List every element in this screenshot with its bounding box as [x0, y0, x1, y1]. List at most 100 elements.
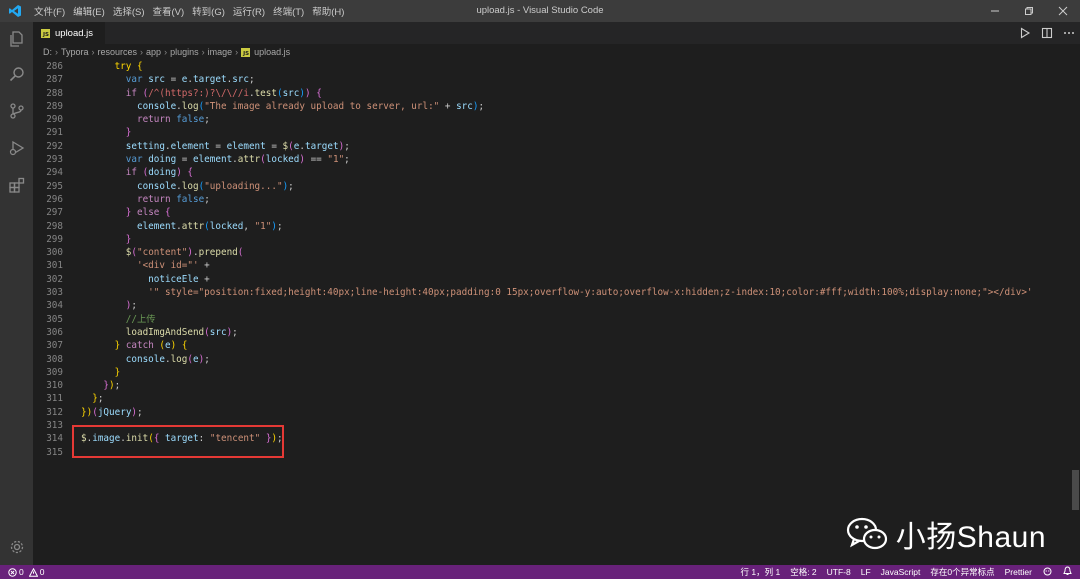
- file-encoding[interactable]: UTF-8: [822, 567, 856, 577]
- menu-item[interactable]: 运行(R): [229, 4, 269, 18]
- javascript-file-icon: JS: [241, 47, 251, 57]
- extensions-button[interactable]: [0, 166, 33, 203]
- code-line[interactable]: 291 }: [33, 126, 1070, 139]
- code-text: '<div id="' +: [136, 260, 210, 272]
- code-line[interactable]: 299 }: [33, 233, 1070, 246]
- tab-upload-js[interactable]: JS upload.js: [33, 22, 105, 44]
- code-line[interactable]: 309 }: [33, 366, 1070, 379]
- breadcrumb-item[interactable]: image: [208, 47, 233, 57]
- restore-icon: [1025, 7, 1033, 15]
- code-line[interactable]: 304 );: [33, 299, 1070, 312]
- code-line[interactable]: 305 //上传: [33, 313, 1070, 326]
- menu-item[interactable]: 帮助(H): [308, 4, 348, 18]
- code-line[interactable]: 288 if (/^(https?:)?\/\//i.test(src)) {: [33, 87, 1070, 100]
- line-number: 298: [46, 220, 63, 232]
- code-line[interactable]: 310 });: [33, 379, 1070, 392]
- formatter-status[interactable]: Prettier: [1000, 567, 1037, 577]
- menu-item[interactable]: 选择(S): [109, 4, 149, 18]
- tab-label: upload.js: [55, 27, 94, 39]
- punctuation-check[interactable]: 存在0个异常标点: [925, 566, 999, 578]
- line-number: 300: [46, 247, 63, 259]
- chevron-right-icon: ›: [201, 47, 205, 57]
- code-line[interactable]: 308 console.log(e);: [33, 353, 1070, 366]
- minimize-icon: [991, 10, 999, 12]
- close-window-button[interactable]: [1046, 0, 1080, 22]
- chevron-right-icon: ›: [235, 47, 239, 57]
- code-text: }: [125, 233, 132, 245]
- editor-actions: [1014, 22, 1080, 44]
- more-actions-button[interactable]: [1058, 22, 1080, 44]
- code-line[interactable]: 301 '<div id="' +: [33, 259, 1070, 272]
- code-editor[interactable]: 286 try {287 var src = e.target.src; 288 …: [33, 60, 1070, 565]
- breadcrumb-item[interactable]: app: [146, 47, 161, 57]
- code-line[interactable]: 300 $("content").prepend(: [33, 246, 1070, 259]
- chevron-right-icon: ›: [55, 47, 58, 57]
- language-mode[interactable]: JavaScript: [876, 567, 926, 577]
- code-line[interactable]: 311 };: [33, 392, 1070, 405]
- chevron-right-icon: ›: [164, 47, 168, 57]
- code-line[interactable]: 298 element.attr(locked, "1");: [33, 220, 1070, 233]
- line-number: 308: [46, 353, 63, 365]
- code-line[interactable]: 297 } else {: [33, 206, 1070, 219]
- split-editor-button[interactable]: [1036, 22, 1058, 44]
- line-number: 306: [46, 326, 63, 338]
- menu-item[interactable]: 转到(G): [188, 4, 229, 18]
- code-line[interactable]: 306 loadImgAndSend(src);: [33, 326, 1070, 339]
- chevron-right-icon: ›: [140, 47, 144, 57]
- code-line[interactable]: 294 if (doing) {: [33, 166, 1070, 179]
- breadcrumb-item[interactable]: resources: [98, 47, 138, 57]
- manage-button[interactable]: [0, 535, 33, 559]
- editor-scrollbar[interactable]: [1070, 60, 1080, 565]
- code-line[interactable]: 296 return false;: [33, 193, 1070, 206]
- code-line[interactable]: 289 console.log("The image already uploa…: [33, 100, 1070, 113]
- code-text: );: [125, 300, 137, 312]
- code-line[interactable]: 307 } catch (e) {: [33, 339, 1070, 352]
- extensions-icon: [8, 177, 24, 193]
- feedback-button[interactable]: [1037, 567, 1058, 578]
- vscode-logo-icon: [0, 0, 30, 22]
- line-number: 294: [46, 167, 63, 179]
- code-text: $("content").prepend(: [125, 247, 244, 259]
- code-line[interactable]: 293 var doing = element.attr(locked) == …: [33, 153, 1070, 166]
- indentation[interactable]: 空格: 2: [785, 566, 821, 578]
- annotation-highlight-box: [72, 425, 284, 458]
- code-line[interactable]: 302 noticeEle +: [33, 273, 1070, 286]
- breadcrumb-item[interactable]: plugins: [170, 47, 199, 57]
- breadcrumb-item[interactable]: Typora: [61, 47, 89, 57]
- code-line[interactable]: 287 var src = e.target.src;: [33, 73, 1070, 86]
- source-control-button[interactable]: [0, 92, 33, 129]
- minimize-button[interactable]: [978, 0, 1012, 22]
- line-number: 296: [46, 193, 63, 205]
- run-debug-button[interactable]: [0, 129, 33, 166]
- problems-indicator[interactable]: 0 0: [0, 567, 49, 577]
- line-number: 289: [46, 100, 63, 112]
- line-number: 299: [46, 233, 63, 245]
- run-button[interactable]: [1014, 22, 1036, 44]
- menu-item[interactable]: 编辑(E): [69, 4, 109, 18]
- menu-item[interactable]: 文件(F): [30, 4, 69, 18]
- code-line[interactable]: 292 setting.element = element = $(e.targ…: [33, 140, 1070, 153]
- code-line[interactable]: 303 '" style="position:fixed;height:40px…: [33, 286, 1070, 299]
- code-line[interactable]: 295 console.log("uploading...");: [33, 180, 1070, 193]
- code-text: var doing = element.attr(locked) == "1";: [125, 154, 350, 166]
- code-text: loadImgAndSend(src);: [125, 326, 238, 338]
- activity-bar: [0, 22, 33, 565]
- line-number: 313: [46, 420, 63, 432]
- search-button[interactable]: [0, 55, 33, 92]
- cursor-position[interactable]: 行 1，列 1: [736, 566, 786, 578]
- explorer-button[interactable]: [0, 22, 33, 55]
- code-line[interactable]: 286 try {: [33, 60, 1070, 73]
- notifications-button[interactable]: [1058, 566, 1080, 578]
- code-line[interactable]: 312})(jQuery);: [33, 406, 1070, 419]
- warning-count: 0: [39, 567, 45, 577]
- end-of-line[interactable]: LF: [856, 567, 876, 577]
- restore-button[interactable]: [1012, 0, 1046, 22]
- breadcrumb-item[interactable]: D:: [43, 47, 52, 57]
- line-number: 295: [46, 180, 63, 192]
- scrollbar-thumb[interactable]: [1072, 470, 1079, 510]
- menu-item[interactable]: 终端(T): [269, 4, 308, 18]
- breadcrumb-item[interactable]: upload.js: [254, 47, 290, 57]
- gear-icon: [10, 540, 23, 554]
- code-line[interactable]: 290 return false;: [33, 113, 1070, 126]
- menu-item[interactable]: 查看(V): [148, 4, 188, 18]
